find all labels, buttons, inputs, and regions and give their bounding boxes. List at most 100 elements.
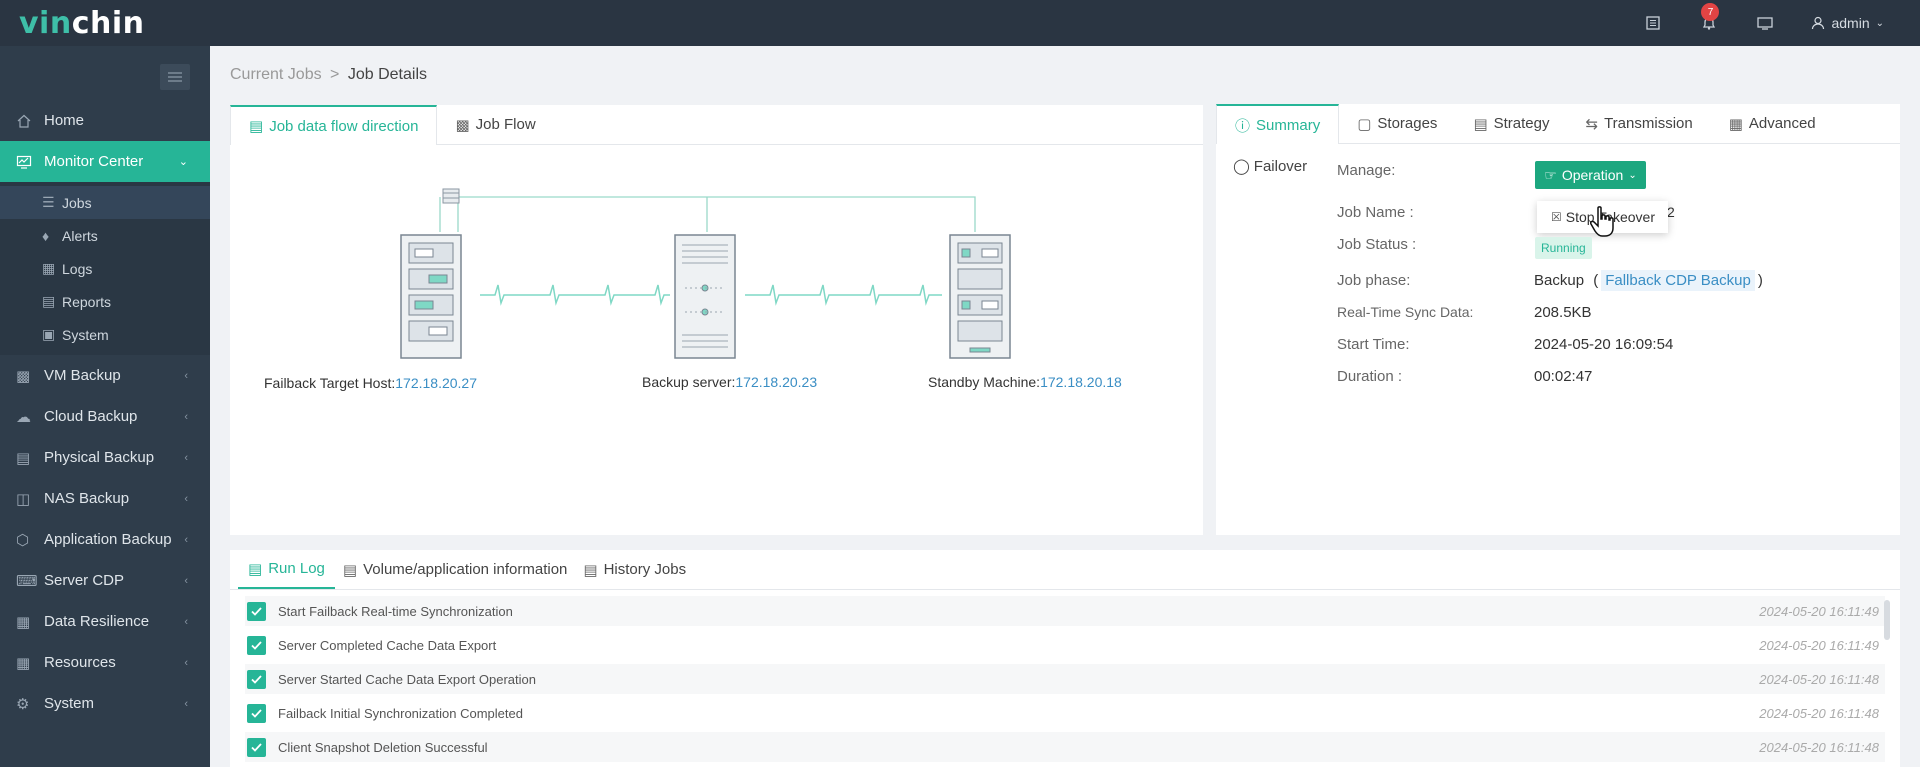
ip-address-link[interactable]: 172.18.20.23 xyxy=(735,374,817,390)
jobs-icon: ☰ xyxy=(42,194,55,210)
chevron-down-icon: ⌄ xyxy=(1628,169,1637,181)
volume-icon: ▤ xyxy=(342,561,358,579)
fallback-cdp-backup-link[interactable]: Fallback CDP Backup xyxy=(1601,270,1755,291)
backup-server-label: Backup server:172.18.20.23 xyxy=(642,374,818,390)
tab-volume-application-information[interactable]: ▤ Volume/application information xyxy=(335,550,575,589)
sidebar-item-nas-backup[interactable]: ◫ NAS Backup ‹ xyxy=(0,478,210,519)
gear-icon: ⚙ xyxy=(16,695,30,713)
sidebar-subitem-jobs[interactable]: ☰ Jobs xyxy=(0,186,210,219)
log-time: 2024-05-20 16:11:48 xyxy=(1759,671,1879,687)
display-icon[interactable] xyxy=(1755,13,1775,33)
breadcrumb-parent[interactable]: Current Jobs xyxy=(230,66,322,83)
sidebar-subitem-system[interactable]: ▣ System xyxy=(0,318,210,351)
check-icon[interactable] xyxy=(247,601,266,621)
sidebar-item-monitor-center[interactable]: Monitor Center ⌄ xyxy=(0,141,210,182)
heartbeat-line xyxy=(745,284,942,306)
chevron-left-icon: ‹ xyxy=(184,369,188,382)
manage-key: Manage: xyxy=(1337,162,1396,179)
sidebar-item-server-cdp[interactable]: ⌨ Server CDP ‹ xyxy=(0,560,210,601)
log-row: Server Started Cache Data Export Operati… xyxy=(245,664,1885,694)
sidebar: Home Monitor Center ⌄ ☰ Jobs ♦ Alerts ▦ Log… xyxy=(0,46,210,767)
physical-icon: ▤ xyxy=(16,449,31,467)
username: admin xyxy=(1831,15,1870,31)
log-time: 2024-05-20 16:11:48 xyxy=(1759,739,1879,755)
sync-data-key: Real-Time Sync Data: xyxy=(1337,304,1474,320)
chevron-left-icon: ‹ xyxy=(184,615,188,628)
sidebar-item-data-resilience[interactable]: ▦ Data Resilience ‹ xyxy=(0,601,210,642)
sidebar-subitem-alerts[interactable]: ♦ Alerts xyxy=(0,219,210,252)
tab-storages[interactable]: ▢ Storages xyxy=(1339,104,1455,143)
log-time: 2024-05-20 16:11:49 xyxy=(1759,637,1879,653)
user-icon xyxy=(1812,16,1825,30)
duration-value: 00:02:47 xyxy=(1534,368,1593,385)
log-text: Server Completed Cache Data Export xyxy=(278,637,497,653)
data-flow-tabs: ▤ Job data flow direction ▩ Job Flow xyxy=(230,105,1203,145)
monitor-icon xyxy=(16,154,36,170)
logs-icon: ▦ xyxy=(42,260,56,276)
backup-server-icon xyxy=(674,234,736,359)
hand-cursor-icon xyxy=(1590,206,1614,237)
log-scrollbar[interactable] xyxy=(1884,600,1890,640)
status-badge: Running xyxy=(1535,237,1592,259)
home-icon xyxy=(16,113,36,129)
check-icon[interactable] xyxy=(247,635,266,655)
sidebar-item-application-backup[interactable]: ⬡ Application Backup ‹ xyxy=(0,519,210,560)
hand-icon: ☞ xyxy=(1544,166,1557,183)
sidebar-item-resources[interactable]: ▦ Resources ‹ xyxy=(0,642,210,683)
chevron-down-icon: ⌄ xyxy=(178,156,188,168)
breadcrumb: Current Jobs > Job Details xyxy=(230,66,427,84)
summary-tabs: ⓘ Summary ▢ Storages ▤ Strategy ⇆ Transmissi… xyxy=(1216,104,1900,144)
top-right-toolbar: 7 admin ⌄ xyxy=(1643,0,1884,46)
sidebar-item-system[interactable]: ⚙ System ‹ xyxy=(0,683,210,724)
tab-strategy[interactable]: ▤ Strategy xyxy=(1455,104,1567,143)
tab-job-flow[interactable]: ▩ Job Flow xyxy=(437,105,553,144)
vinchin-logo[interactable]: vinchin xyxy=(19,6,144,41)
tab-advanced[interactable]: ▦ Advanced xyxy=(1711,104,1834,143)
log-text: Client Snapshot Deletion Successful xyxy=(278,739,488,755)
tag-icon: ◯ xyxy=(1233,158,1250,175)
transmission-icon: ⇆ xyxy=(1585,115,1599,133)
sidebar-toggle-button[interactable] xyxy=(160,64,190,90)
tab-transmission[interactable]: ⇆ Transmission xyxy=(1568,104,1711,143)
resilience-icon: ▦ xyxy=(16,613,31,631)
grid-icon: ▦ xyxy=(1728,115,1743,133)
chevron-down-icon: ⌄ xyxy=(1875,17,1884,29)
user-menu[interactable]: admin ⌄ xyxy=(1811,15,1884,31)
tab-history-jobs[interactable]: ▤ History Jobs xyxy=(575,550,694,589)
check-icon[interactable] xyxy=(247,703,266,723)
sidebar-item-cloud-backup[interactable]: ☁ Cloud Backup ‹ xyxy=(0,396,210,437)
sidebar-item-vm-backup[interactable]: ▩ VM Backup ‹ xyxy=(0,355,210,396)
sidebar-item-home[interactable]: Home xyxy=(0,100,210,141)
sidebar-subitem-logs[interactable]: ▦ Logs xyxy=(0,252,210,285)
bell-icon: ♦ xyxy=(42,227,50,244)
duration-key: Duration : xyxy=(1337,368,1403,385)
tab-summary[interactable]: ⓘ Summary xyxy=(1216,104,1340,144)
sync-data-value: 208.5KB xyxy=(1534,304,1592,321)
log-time: 2024-05-20 16:11:49 xyxy=(1759,603,1879,619)
tab-run-log[interactable]: ▤ Run Log xyxy=(238,550,335,589)
check-icon[interactable] xyxy=(247,669,266,689)
start-time-key: Start Time: xyxy=(1337,336,1410,353)
sidebar-subitem-reports[interactable]: ▤ Reports xyxy=(0,285,210,318)
breadcrumb-current: Job Details xyxy=(347,66,427,83)
stop-icon: ☒ xyxy=(1551,210,1562,224)
ip-address-link[interactable]: 172.18.20.18 xyxy=(1040,374,1122,390)
sidebar-item-physical-backup[interactable]: ▤ Physical Backup ‹ xyxy=(0,437,210,478)
operation-button[interactable]: ☞ Operation ⌄ xyxy=(1535,161,1646,189)
log-time: 2024-05-20 16:11:48 xyxy=(1759,705,1879,721)
top-bar: vinchin 7 admin ⌄ xyxy=(0,0,1920,46)
log-tabs: ▤ Run Log ▤ Volume/application information… xyxy=(230,550,1900,590)
ip-address-link[interactable]: 172.18.20.27 xyxy=(395,375,477,391)
chart-icon: ▩ xyxy=(455,116,470,134)
database-icon xyxy=(442,188,460,204)
task-list-icon[interactable] xyxy=(1643,13,1663,33)
tab-job-data-flow-direction[interactable]: ▤ Job data flow direction xyxy=(230,105,438,145)
check-icon[interactable] xyxy=(247,737,266,757)
standby-machine-label: Standby Machine:172.18.20.18 xyxy=(928,374,1122,390)
data-flow-panel: ▤ Job data flow direction ▩ Job Flow Fai… xyxy=(230,105,1203,535)
log-icon: ▤ xyxy=(248,560,263,578)
bell-icon[interactable]: 7 xyxy=(1699,3,1720,33)
standby-machine-icon xyxy=(949,234,1011,359)
breadcrumb-separator: > xyxy=(330,66,340,83)
vm-icon: ▩ xyxy=(16,367,31,385)
